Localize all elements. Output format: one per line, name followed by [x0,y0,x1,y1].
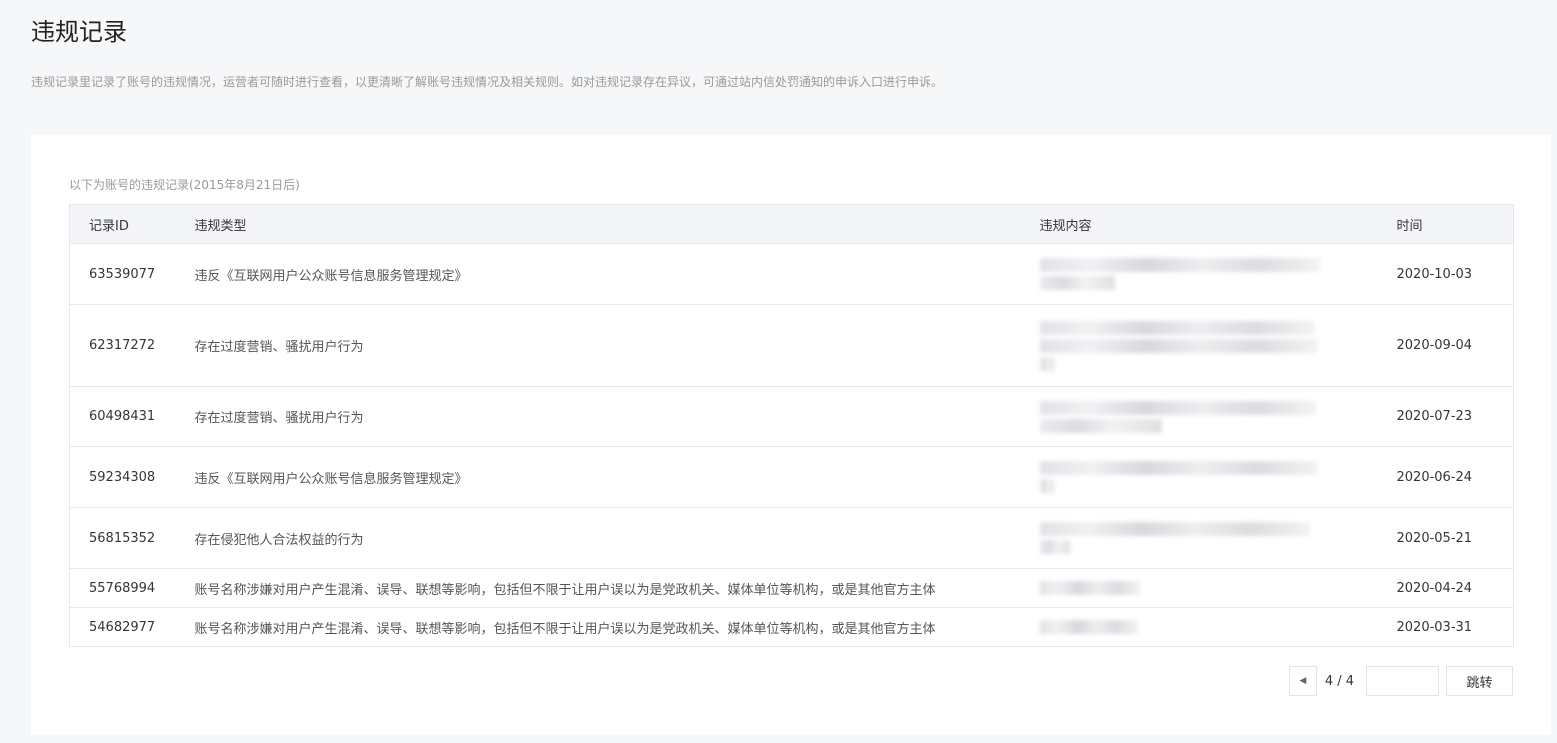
violation-type: 存在过度营销、骚扰用户行为 [194,386,1040,447]
records-card: 以下为账号的违规记录(2015年8月21日后) 记录ID 违规类型 违规内容 时… [31,135,1551,735]
page-indicator: 4 / 4 [1324,673,1354,689]
violation-time: 2020-06-24 [1396,446,1514,508]
table-row: 54682977 账号名称涉嫌对用户产生混淆、误导、联想等影响，包括但不限于让用… [69,607,1514,647]
violation-type: 存在过度营销、骚扰用户行为 [194,304,1040,387]
table-row: 63539077 违反《互联网用户公众账号信息服务管理规定》 2020-10-0… [69,243,1514,305]
violation-time: 2020-04-24 [1396,568,1514,608]
record-id: 63539077 [69,243,195,305]
table-row: 62317272 存在过度营销、骚扰用户行为 2020-09-04 [69,304,1514,387]
record-id: 62317272 [69,304,195,387]
header-violation-content: 违规内容 [1039,204,1397,244]
table-row: 59234308 违反《互联网用户公众账号信息服务管理规定》 2020-06-2… [69,446,1514,508]
record-id: 54682977 [69,607,195,647]
violation-type: 账号名称涉嫌对用户产生混淆、误导、联想等影响，包括但不限于让用户误以为是党政机关… [194,568,1040,608]
violation-content-blurred [1039,304,1397,387]
pagination: ◀ 4 / 4 跳转 [1288,666,1513,696]
violation-table: 记录ID 违规类型 违规内容 时间 63539077 违反《互联网用户公众账号信… [69,204,1514,647]
violation-time: 2020-05-21 [1396,507,1514,569]
page-title: 违规记录 [31,18,127,46]
record-id: 55768994 [69,568,195,608]
violation-content-blurred [1039,568,1397,608]
jump-button[interactable]: 跳转 [1446,666,1513,696]
violation-time: 2020-09-04 [1396,304,1514,387]
violation-content-blurred [1039,607,1397,647]
table-row: 60498431 存在过度营销、骚扰用户行为 2020-07-23 [69,386,1514,447]
record-id: 59234308 [69,446,195,508]
caret-left-icon: ◀ [1299,676,1307,686]
violation-type: 存在侵犯他人合法权益的行为 [194,507,1040,569]
record-id: 56815352 [69,507,195,569]
table-row: 56815352 存在侵犯他人合法权益的行为 2020-05-21 [69,507,1514,569]
violation-type: 账号名称涉嫌对用户产生混淆、误导、联想等影响，包括但不限于让用户误以为是党政机关… [194,607,1040,647]
violation-content-blurred [1039,446,1397,508]
table-header-row: 记录ID 违规类型 违规内容 时间 [69,204,1514,244]
header-record-id: 记录ID [69,204,195,244]
violation-time: 2020-10-03 [1396,243,1514,305]
prev-page-button[interactable]: ◀ [1288,666,1317,696]
table-caption: 以下为账号的违规记录(2015年8月21日后) [69,178,300,192]
page-jump-input[interactable] [1366,666,1439,696]
violation-type: 违反《互联网用户公众账号信息服务管理规定》 [194,446,1040,508]
record-id: 60498431 [69,386,195,447]
violation-time: 2020-03-31 [1396,607,1514,647]
table-row: 55768994 账号名称涉嫌对用户产生混淆、误导、联想等影响，包括但不限于让用… [69,568,1514,608]
violation-content-blurred [1039,386,1397,447]
header-violation-type: 违规类型 [194,204,1040,244]
header-time: 时间 [1396,204,1514,244]
page-description: 违规记录里记录了账号的违规情况，运营者可随时进行查看，以更清晰了解账号违规情况及… [31,75,944,89]
violation-type: 违反《互联网用户公众账号信息服务管理规定》 [194,243,1040,305]
violation-time: 2020-07-23 [1396,386,1514,447]
violation-content-blurred [1039,507,1397,569]
violation-content-blurred [1039,243,1397,305]
